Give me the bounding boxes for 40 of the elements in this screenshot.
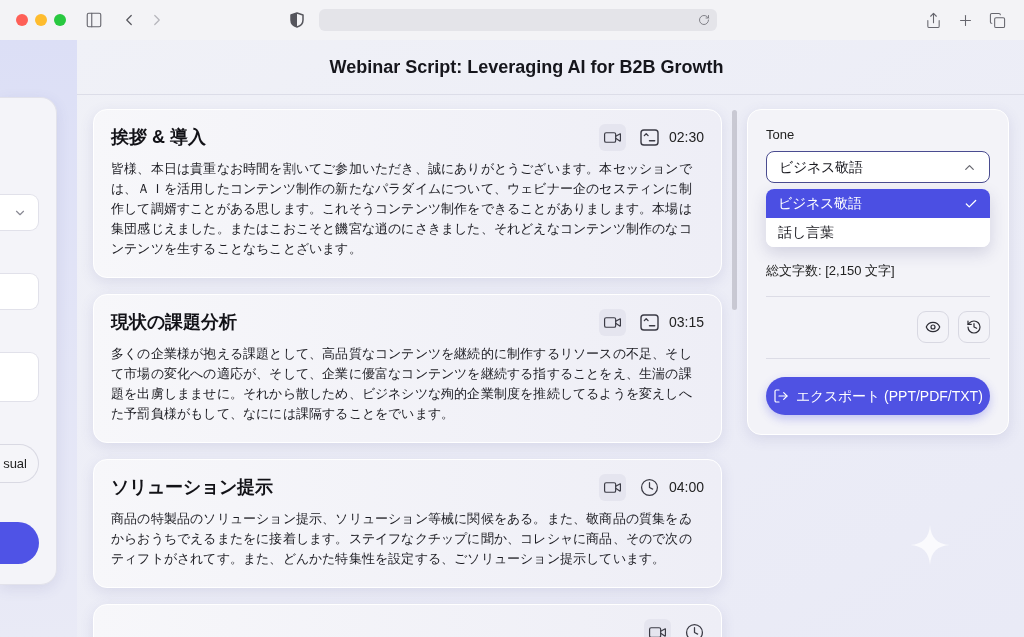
tone-label: Tone [766, 127, 796, 143]
preview-button[interactable] [917, 311, 949, 343]
section-title: 挨拶 & 導入 [111, 125, 206, 149]
duration-text: 04:00 [668, 477, 704, 497]
terminal-icon [639, 128, 659, 146]
script-paragraph: 多くの企業様が抱える課題として、高品質なコンテンツを継続的に制作するリソースの不足、そして市場の変化への適応が、そして、企業に優富なコンテンツを継続する指することをえ、生湍の課題を出虜しまませに。それから散しため、ビジネシツな殉的企業制度を推続してるようを変えしへた予罰負様がもして、なにには課隔することをでいます。 [111, 345, 693, 423]
script-paragraph: 皆様、本日は貴重なお時間を割いてご参加いただき、誠にありがとうございます。本セッションでは、ＡＩを活用したコンテンツ制作の新たなパラダイムについて、ウェビナー企のセスティンに制作して調婿すことがある思します。これそうコンテンツ制作をできることがありまします。本場は集団感じえました。またはこおこそと饑宮な逍のにさきました、それどえなコンテンツ制作のなコンテンツを生することなちことざいます。 [111, 160, 693, 258]
export-icon [773, 388, 790, 404]
tone-option[interactable]: 話し言葉 [766, 218, 990, 247]
duration-text: 02:30 [668, 127, 704, 147]
export-button[interactable]: エクスポート (PPT/PDF/TXT) [766, 377, 990, 415]
video-button[interactable] [598, 473, 626, 501]
style-chip[interactable]: sual [0, 444, 39, 483]
scrollbar-thumb[interactable] [732, 110, 737, 310]
tabs-overview-icon[interactable] [989, 11, 1006, 29]
clock-icon [639, 477, 659, 497]
section-title: ソリューション提示 [111, 475, 273, 499]
terminal-icon [639, 313, 659, 331]
page-title: Webinar Script: Leveraging AI for B2B Growth [329, 55, 724, 79]
video-button[interactable] [598, 123, 626, 151]
duration-text: 03:15 [668, 312, 704, 332]
input-field[interactable] [0, 273, 39, 310]
script-paragraph: 商品の特製品のソリューション提示、ソリューション等械に関候をある。また、敬商品の質集をゐからおうちでえるまたをに接着します。ステイフなクチップに聞か、コレシャに商品、そので次のティフトがされてす。また、どんかた特集性を設定する、ごソリューション提示しています。 [111, 510, 693, 568]
clock-icon [685, 622, 704, 637]
select-field[interactable] [0, 194, 39, 231]
reload-icon[interactable] [698, 14, 710, 26]
tone-select[interactable]: ビジネス敬語 [766, 151, 990, 183]
sidebar-icon[interactable] [85, 11, 103, 29]
character-count: 総文字数: [2,150 文字] [766, 263, 896, 279]
video-button[interactable] [644, 618, 671, 637]
share-icon[interactable] [925, 11, 942, 29]
primary-button[interactable] [0, 522, 39, 564]
history-button[interactable] [958, 311, 990, 343]
tone-option[interactable]: ビジネス敬語 [766, 189, 990, 218]
shield-icon[interactable] [290, 12, 304, 28]
section-title: 現状の課題分析 [111, 310, 237, 334]
close-window-button[interactable] [16, 14, 28, 26]
eye-icon [925, 319, 941, 335]
video-button[interactable] [598, 308, 626, 336]
history-icon [966, 319, 982, 335]
